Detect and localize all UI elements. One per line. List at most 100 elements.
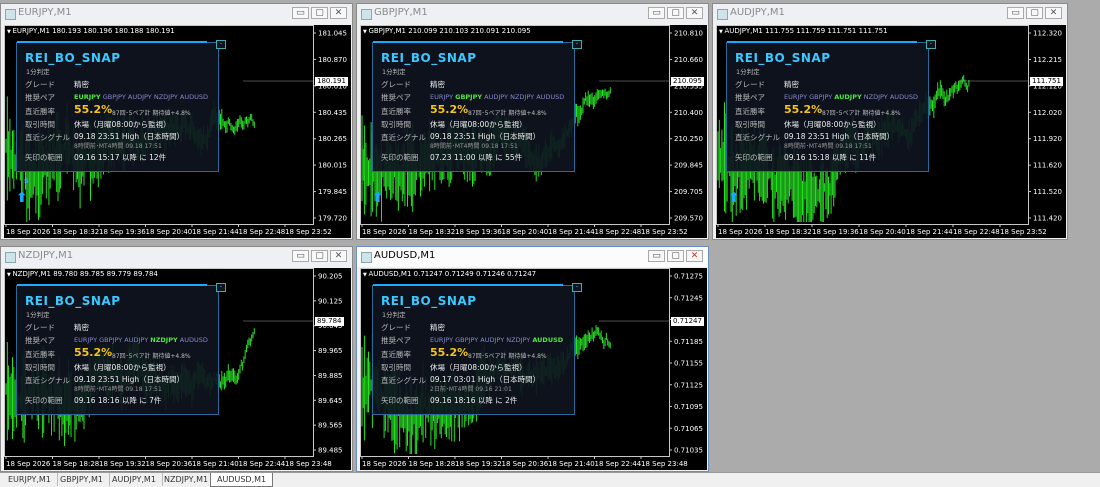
window-title: EURJPY,M1	[18, 7, 72, 18]
close-button[interactable]: ✕	[1045, 7, 1062, 19]
panel-collapse-button[interactable]: -	[572, 40, 582, 49]
window-title: AUDUSD,M1	[374, 250, 436, 261]
pair-chip: NZDJPY	[153, 93, 178, 101]
window-titlebar[interactable]: AUDUSD,M1 ▭ ▢ ✕	[357, 247, 708, 267]
panel-collapse-button[interactable]: -	[216, 40, 226, 49]
window-controls: ▭ ▢ ✕	[648, 7, 703, 19]
window-controls: ▭ ▢ ✕	[648, 250, 703, 262]
window-titlebar[interactable]: GBPJPY,M1 ▭ ▢ ✕	[357, 4, 708, 24]
panel-collapse-button[interactable]: -	[926, 40, 936, 49]
minimize-button[interactable]: ▭	[648, 250, 665, 262]
current-price-flag: 180.191	[315, 77, 348, 86]
close-button[interactable]: ✕	[330, 250, 347, 262]
recommended-pairs: EURJPY GBPJPY AUDJPY NZDJPY AUDUSD	[430, 93, 564, 101]
recommended-pairs: EURJPY GBPJPY AUDJPY NZDJPY AUDUSD	[784, 93, 918, 101]
time-label: 18 Sep 20:36	[502, 460, 549, 468]
time-label: 18 Sep 19:36	[812, 228, 859, 236]
maximize-button[interactable]: ▢	[1026, 7, 1043, 19]
price-label: 180.435	[318, 109, 347, 117]
last-signal-subtext: 8時間前･MT4時間 09.18 17:51	[784, 143, 872, 150]
panel-subtitle: 1分判定	[26, 311, 50, 319]
window-titlebar[interactable]: AUDJPY,M1 ▭ ▢ ✕	[713, 4, 1067, 24]
price-label: 0.71245	[674, 294, 703, 302]
time-label: 18 Sep 2026	[6, 228, 51, 236]
price-chart[interactable]: 0.712750.712450.712150.711850.711550.711…	[360, 268, 707, 470]
chart-tab[interactable]: EURJPY,M1	[2, 473, 58, 486]
arrow-range-value: 09.16 18:16 以降 に 7件	[74, 396, 162, 405]
buy-signal-arrow-icon: ⬆	[728, 190, 740, 206]
maximize-button[interactable]: ▢	[311, 250, 328, 262]
panel-row-label: 取引時間	[25, 363, 55, 372]
maximize-button[interactable]: ▢	[667, 7, 684, 19]
panel-row-label: 直近シグナル	[25, 133, 70, 142]
time-label: 18 Sep 18:32	[409, 228, 456, 236]
recommended-pairs: EURJPY GBPJPY AUDJPY NZDJPY AUDUSD	[74, 93, 208, 101]
panel-collapse-button[interactable]: -	[572, 283, 582, 292]
price-label: 209.570	[674, 215, 703, 223]
close-button[interactable]: ✕	[686, 7, 703, 19]
recommended-pairs: EURJPY GBPJPY AUDJPY NZDJPY AUDUSD	[430, 336, 563, 344]
signal-info-panel: - REI_BO_SNAP 1分判定 グレード 推奨ペア 直近勝率 取引時間 直近シグナル 矢印…	[726, 40, 936, 172]
time-label: 18 Sep 23:48	[641, 460, 688, 468]
close-button[interactable]: ✕	[330, 7, 347, 19]
chart-tab[interactable]: GBPJPY,M1	[54, 473, 110, 486]
chart-window-eurjpy[interactable]: EURJPY,M1 ▭ ▢ ✕ 181.045 180.870 180.610 180.435…	[0, 3, 353, 240]
price-label: 111.620	[1033, 162, 1062, 170]
panel-row-label: 直近勝率	[381, 107, 411, 116]
panel-title: REI_BO_SNAP	[25, 51, 121, 65]
panel-row-label: 矢印の範囲	[25, 153, 63, 162]
winrate-value: 55.2%	[430, 103, 469, 116]
chart-tab[interactable]: NZDJPY,M1	[158, 473, 216, 486]
chart-window-audjpy[interactable]: AUDJPY,M1 ▭ ▢ ✕ 112.320 112.215 112.120 112.020…	[712, 3, 1068, 240]
price-label: 112.215	[1033, 56, 1062, 64]
chart-window-nzdjpy[interactable]: NZDJPY,M1 ▭ ▢ ✕ 90.205 90.125 90.045 89.965 89.8…	[0, 246, 353, 472]
panel-row-label: 直近勝率	[735, 107, 765, 116]
close-button[interactable]: ✕	[686, 250, 703, 262]
price-label: 90.205	[318, 273, 343, 281]
pair-chip: AUDJPY	[127, 93, 152, 101]
pair-chip: NZDJPY	[150, 336, 178, 344]
time-label: 18 Sep 22:48	[239, 228, 286, 236]
minimize-button[interactable]: ▭	[1007, 7, 1024, 19]
panel-row-label: 直近シグナル	[735, 133, 780, 142]
pair-chip: AUDUSD	[179, 336, 208, 344]
price-chart[interactable]: 90.205 90.125 90.045 89.965 89.885 89.645 89.5…	[4, 268, 351, 470]
price-label: 0.71185	[674, 338, 703, 346]
maximize-button[interactable]: ▢	[667, 250, 684, 262]
price-chart[interactable]: 112.320 112.215 112.120 112.020 111.920 111.6…	[716, 25, 1066, 238]
time-label: 18 Sep 18:32	[53, 228, 100, 236]
chart-window-gbpjpy[interactable]: GBPJPY,M1 ▭ ▢ ✕ 210.810 210.660 210.535 210.400…	[356, 3, 709, 240]
minimize-button[interactable]: ▭	[648, 7, 665, 19]
pair-chip: GBPJPY	[455, 93, 483, 101]
price-chart[interactable]: 181.045 180.870 180.610 180.435 180.265 180.0…	[4, 25, 351, 238]
time-label: 18 Sep 21:44	[906, 228, 953, 236]
chart-window-audusd[interactable]: AUDUSD,M1 ▭▢✕ 0.712750.712450.712150.71185…	[356, 246, 709, 472]
panel-row-label: 取引時間	[381, 363, 411, 372]
pair-chip: GBPJPY	[102, 93, 126, 101]
minimize-button[interactable]: ▭	[292, 7, 309, 19]
price-chart[interactable]: 210.810 210.660 210.535 210.400 210.250 209.8…	[360, 25, 707, 238]
panel-accent-bar	[373, 41, 563, 43]
time-label: 18 Sep 20:40	[146, 228, 193, 236]
time-label: 18 Sep 18:32	[765, 228, 812, 236]
maximize-button[interactable]: ▢	[311, 7, 328, 19]
chart-window-icon	[361, 9, 372, 20]
chart-tab[interactable]: AUDUSD,M1	[210, 473, 274, 487]
window-titlebar[interactable]: EURJPY,M1 ▭ ▢ ✕	[1, 4, 352, 24]
chart-tab[interactable]: AUDJPY,M1	[106, 473, 163, 486]
time-label: 18 Sep 23:52	[1000, 228, 1047, 236]
buy-signal-arrow-icon: ⬆	[372, 190, 384, 206]
panel-collapse-button[interactable]: -	[216, 283, 226, 292]
pair-chip: EURJPY	[430, 93, 454, 101]
window-titlebar[interactable]: NZDJPY,M1 ▭ ▢ ✕	[1, 247, 352, 267]
buy-signal-arrow-icon: ⬆	[16, 190, 28, 206]
price-label: 112.020	[1033, 109, 1062, 117]
minimize-button[interactable]: ▭	[292, 250, 309, 262]
winrate-value: 55.2%	[74, 103, 113, 116]
pair-chip: NZDJPY	[863, 93, 888, 101]
signal-info-panel: - REI_BO_SNAP 1分判定 グレード 推奨ペア 直近勝率 取引時間 直近シグナル 矢印…	[372, 283, 582, 415]
window-controls: ▭ ▢ ✕	[1007, 7, 1062, 19]
time-label: 18 Sep 23:52	[641, 228, 688, 236]
price-label: 0.71035	[674, 447, 703, 455]
price-label: 180.015	[318, 162, 347, 170]
